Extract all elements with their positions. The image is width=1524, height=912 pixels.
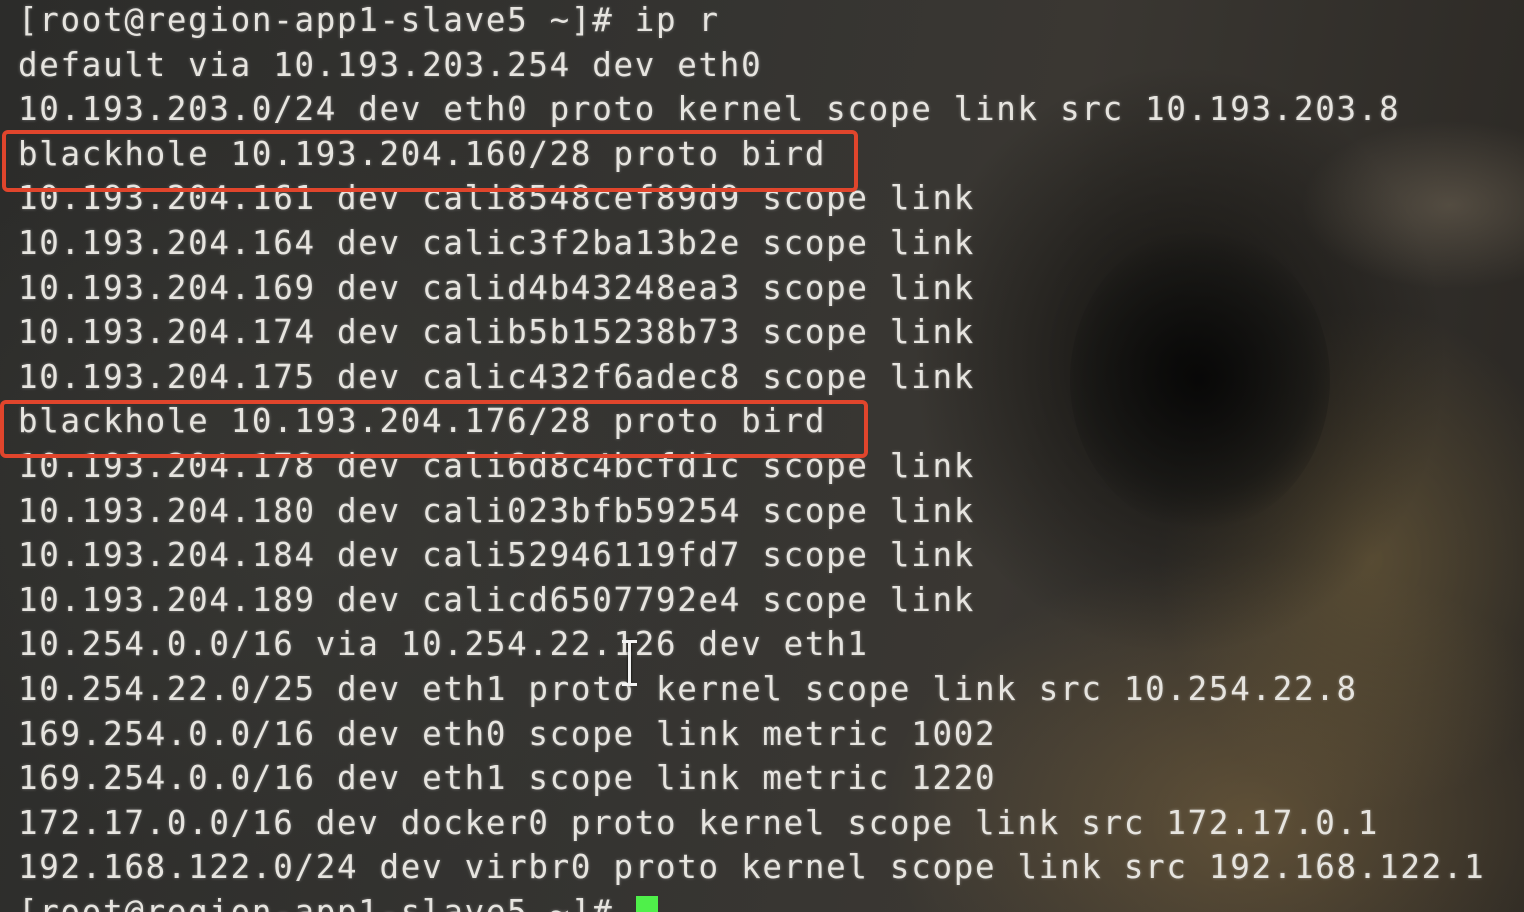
route-line: 10.193.204.174 dev calib5b15238b73 scope… <box>18 313 975 352</box>
route-line: 10.254.22.0/25 dev eth1 proto kernel sco… <box>18 669 1358 708</box>
route-line: 169.254.0.0/16 dev eth1 scope link metri… <box>18 759 997 798</box>
route-line: 10.254.0.0/16 via 10.254.22.126 dev eth1 <box>18 625 869 664</box>
route-line: 10.193.204.175 dev calic432f6adec8 scope… <box>18 357 975 396</box>
route-line: default via 10.193.203.254 dev eth0 <box>18 45 763 84</box>
highlight-box-blackhole-176 <box>0 400 868 458</box>
prompt-line: [root@region-app1-slave5 ~]# ip r <box>18 1 720 39</box>
route-line: 10.193.204.164 dev calic3f2ba13b2e scope… <box>18 223 975 262</box>
prompt-line[interactable]: [root@region-app1-slave5 ~]# <box>18 890 1485 912</box>
route-line: 10.193.204.169 dev calid4b43248ea3 scope… <box>18 268 975 307</box>
route-line: 169.254.0.0/16 dev eth0 scope link metri… <box>18 714 997 753</box>
terminal-photo: [root@region-app1-slave5 ~]# ip r defaul… <box>0 0 1524 912</box>
route-line: 10.193.204.189 dev calicd6507792e4 scope… <box>18 580 975 619</box>
text-cursor-icon <box>622 640 637 686</box>
route-line: 10.193.204.184 dev cali52946119fd7 scope… <box>18 536 975 575</box>
highlight-box-blackhole-160 <box>2 130 858 192</box>
terminal-cursor <box>636 896 658 912</box>
route-line: 10.193.204.180 dev cali023bfb59254 scope… <box>18 491 975 530</box>
route-line: 192.168.122.0/24 dev virbr0 proto kernel… <box>18 848 1486 887</box>
route-line: 10.193.203.0/24 dev eth0 proto kernel sc… <box>18 90 1401 129</box>
route-line: 172.17.0.0/16 dev docker0 proto kernel s… <box>18 803 1380 842</box>
